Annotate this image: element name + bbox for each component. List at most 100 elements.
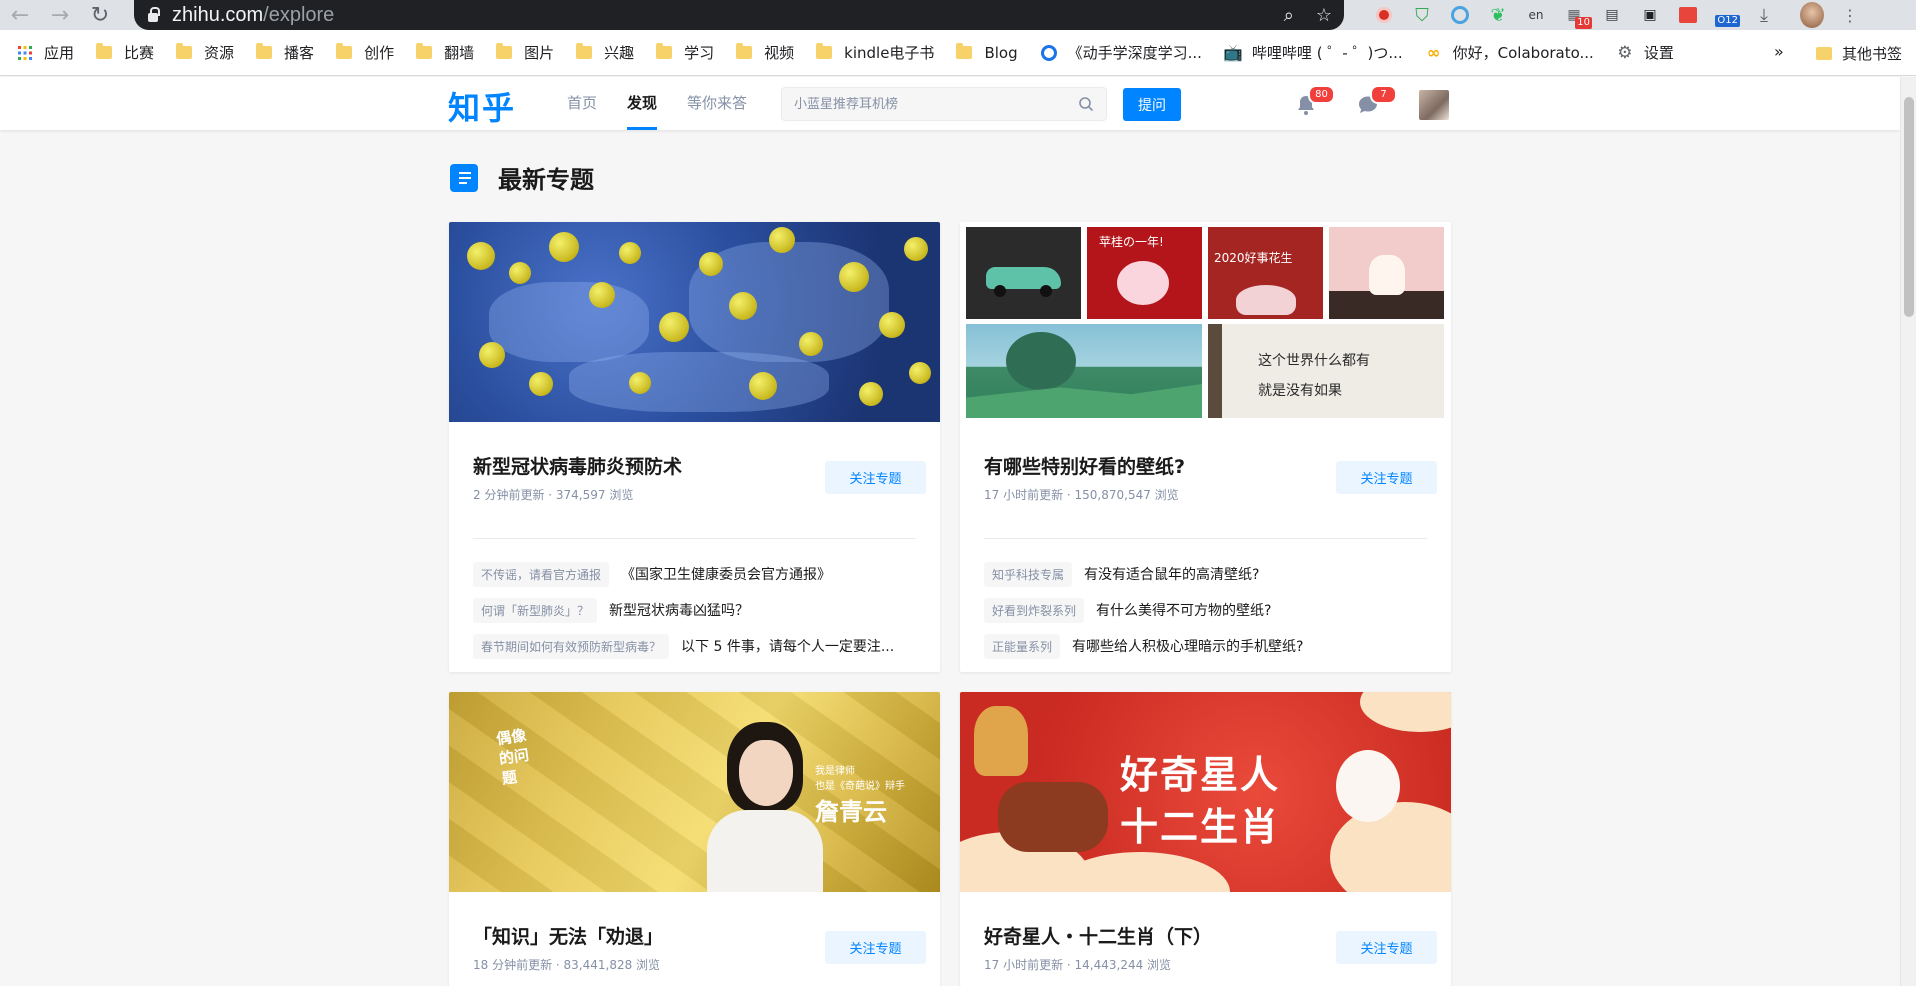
wallpaper-car: [966, 227, 1081, 319]
counter-icon[interactable]: O12: [1714, 3, 1740, 27]
user-avatar[interactable]: [1419, 90, 1449, 120]
bookmark-folder[interactable]: 播客: [256, 42, 314, 63]
topic-title[interactable]: 新型冠状病毒肺炎预防术: [473, 452, 682, 479]
topic-title[interactable]: 好奇星人・十二生肖（下）: [984, 922, 1212, 949]
follow-topic-button[interactable]: 关注专题: [825, 461, 926, 494]
bookmark-folder[interactable]: 翻墙: [416, 42, 474, 63]
question-link[interactable]: 《国家卫生健康委员会官方通报》: [621, 564, 831, 584]
shield-check-icon[interactable]: ⛉: [1410, 3, 1434, 27]
question-tag[interactable]: 正能量系列: [984, 633, 1061, 659]
list-item[interactable]: 正能量系列 有哪些给人积极心理暗示的手机壁纸?: [984, 628, 1427, 664]
address-bar[interactable]: zhihu.com/explore ⌕ ☆: [134, 0, 1344, 30]
topic-title[interactable]: 有哪些特别好看的壁纸?: [984, 452, 1185, 479]
bookmark-folder[interactable]: 创作: [336, 42, 394, 63]
red-dot-icon[interactable]: [1372, 3, 1396, 27]
follow-topic-button[interactable]: 关注专题: [1336, 931, 1437, 964]
question-tag[interactable]: 何谓「新型肺炎」？: [473, 597, 598, 623]
forward-icon[interactable]: →: [40, 0, 80, 30]
notes-icon[interactable]: [1676, 3, 1700, 27]
bookmark-folder[interactable]: 学习: [656, 42, 714, 63]
bookmark-folder[interactable]: 图片: [496, 42, 554, 63]
folder-icon: [576, 43, 593, 59]
question-tag[interactable]: 知乎科技专属: [984, 561, 1073, 587]
question-link[interactable]: 有没有适合鼠年的高清壁纸?: [1084, 564, 1259, 584]
follow-topic-button[interactable]: 关注专题: [1336, 461, 1437, 494]
circle-target-icon[interactable]: [1448, 3, 1472, 27]
bookmark-folder[interactable]: Blog: [956, 43, 1018, 62]
bookmarks-overflow-chevron[interactable]: »: [1774, 42, 1784, 61]
ask-button[interactable]: 提问: [1123, 88, 1181, 121]
list-item[interactable]: 知乎科技专属 有没有适合鼠年的高清壁纸?: [984, 556, 1427, 592]
bookmark-link[interactable]: 📺 哔哩哔哩 ( ゜- ゜)つ...: [1223, 42, 1403, 63]
tab-explore[interactable]: 发现: [612, 77, 672, 130]
topic-banner-image[interactable]: 苹桂の一年! 2020好事花生 这个世界什么都有 就是没有如果: [960, 222, 1451, 422]
download-icon[interactable]: ⤓: [1752, 3, 1776, 27]
bookmark-label: 资源: [204, 44, 235, 62]
bookmark-label: 比赛: [124, 44, 155, 62]
tab-waiting[interactable]: 等你来答: [672, 77, 762, 130]
page-scrollbar[interactable]: [1900, 77, 1916, 986]
topic-question-list: 不传谣，请看官方通报 《国家卫生健康委员会官方通报》 何谓「新型肺炎」？ 新型冠状病…: [473, 556, 916, 664]
translate-icon[interactable]: en: [1524, 3, 1548, 27]
bookmark-label: 播客: [284, 44, 315, 62]
bookmark-label: Blog: [984, 43, 1018, 62]
topic-banner-image[interactable]: 好奇星人 十二生肖: [960, 692, 1451, 892]
bookmark-link[interactable]: ⚙ 设置: [1616, 42, 1674, 63]
bookmark-link[interactable]: 《动手学深度学习...: [1040, 42, 1202, 63]
reader-icon[interactable]: ▤: [1600, 3, 1624, 27]
bookmark-folder[interactable]: kindle电子书: [816, 42, 934, 63]
gear-icon: ⚙: [1617, 42, 1633, 63]
back-icon[interactable]: ←: [0, 0, 40, 30]
topic-stats: 17 小时前更新 · 150,870,547 浏览: [984, 488, 1179, 502]
scrollbar-thumb[interactable]: [1904, 97, 1914, 317]
bookmark-label: 视频: [764, 44, 795, 62]
folder-icon: [416, 43, 433, 59]
evernote-icon[interactable]: ❦: [1486, 3, 1510, 27]
notifications-button[interactable]: 80: [1294, 85, 1335, 118]
bookmark-label: 翻墙: [444, 44, 475, 62]
reload-icon[interactable]: ↻: [80, 0, 120, 30]
topic-banner-image[interactable]: [449, 222, 940, 422]
other-bookmarks[interactable]: 其他书签: [1816, 30, 1902, 76]
list-item[interactable]: 好看到炸裂系列 有什么美得不可方物的壁纸?: [984, 592, 1427, 628]
profile-avatar[interactable]: [1800, 2, 1824, 28]
question-link[interactable]: 有什么美得不可方物的壁纸?: [1096, 600, 1271, 620]
search-input[interactable]: [794, 96, 1078, 112]
list-item[interactable]: 何谓「新型肺炎」？ 新型冠状病毒凶猛吗？: [473, 592, 916, 628]
bookmark-folder[interactable]: 资源: [176, 42, 234, 63]
search-icon[interactable]: [1078, 96, 1094, 112]
bookmark-folder[interactable]: 比赛: [96, 42, 154, 63]
topic-banner-image[interactable]: 偶像的问题 我是律师 也是《奇葩说》辩手 詹青云: [449, 692, 940, 892]
bookmark-link[interactable]: ∞ 你好，Colaborato...: [1425, 42, 1594, 63]
question-link[interactable]: 新型冠状病毒凶猛吗？: [609, 600, 749, 620]
bookmark-folder[interactable]: 兴趣: [576, 42, 634, 63]
topic-title[interactable]: 「知识」无法「劝退」: [473, 922, 663, 949]
tiger-illustration: [974, 706, 1028, 776]
bookmark-star-icon[interactable]: ☆: [1316, 5, 1332, 26]
question-tag[interactable]: 不传谣，请看官方通报: [473, 561, 610, 587]
messages-button[interactable]: 7: [1356, 85, 1397, 118]
follow-topic-button[interactable]: 关注专题: [825, 931, 926, 964]
banner-subtitle: 也是《奇葩说》辩手: [815, 781, 905, 792]
folder-icon: [496, 43, 513, 59]
list-item[interactable]: 不传谣，请看官方通报 《国家卫生健康委员会官方通报》: [473, 556, 916, 592]
divider: [984, 538, 1427, 539]
bookmark-label: 设置: [1643, 44, 1674, 62]
bookmarks-bar: 应用 比赛 资源 播客 创作 翻墙 图片 兴趣 学习 视频 kindle电子书 …: [0, 30, 1916, 76]
question-link[interactable]: 以下 5 件事，请每个人一定要注...: [681, 636, 894, 656]
other-bookmarks-label: 其他书签: [1842, 44, 1903, 63]
picture-in-picture-icon[interactable]: ▣: [1638, 3, 1662, 27]
menu-kebab-icon[interactable]: ⋮: [1838, 3, 1862, 27]
topic-stats: 17 小时前更新 · 14,443,244 浏览: [984, 958, 1172, 972]
question-tag[interactable]: 好看到炸裂系列: [984, 597, 1085, 623]
bookmark-apps[interactable]: 应用: [16, 42, 74, 63]
bookmark-folder[interactable]: 视频: [736, 42, 794, 63]
bookmark-label: 《动手学深度学习...: [1067, 44, 1202, 62]
grid-apps-icon[interactable]: ▦ 10: [1562, 3, 1592, 29]
tab-home[interactable]: 首页: [552, 77, 612, 130]
zhihu-logo[interactable]: 知乎: [448, 83, 516, 129]
zoom-icon[interactable]: ⌕: [1284, 5, 1294, 26]
list-item[interactable]: 春节期间如何有效预防新型病毒？ 以下 5 件事，请每个人一定要注...: [473, 628, 916, 664]
question-tag[interactable]: 春节期间如何有效预防新型病毒？: [473, 633, 670, 659]
question-link[interactable]: 有哪些给人积极心理暗示的手机壁纸?: [1072, 636, 1303, 656]
